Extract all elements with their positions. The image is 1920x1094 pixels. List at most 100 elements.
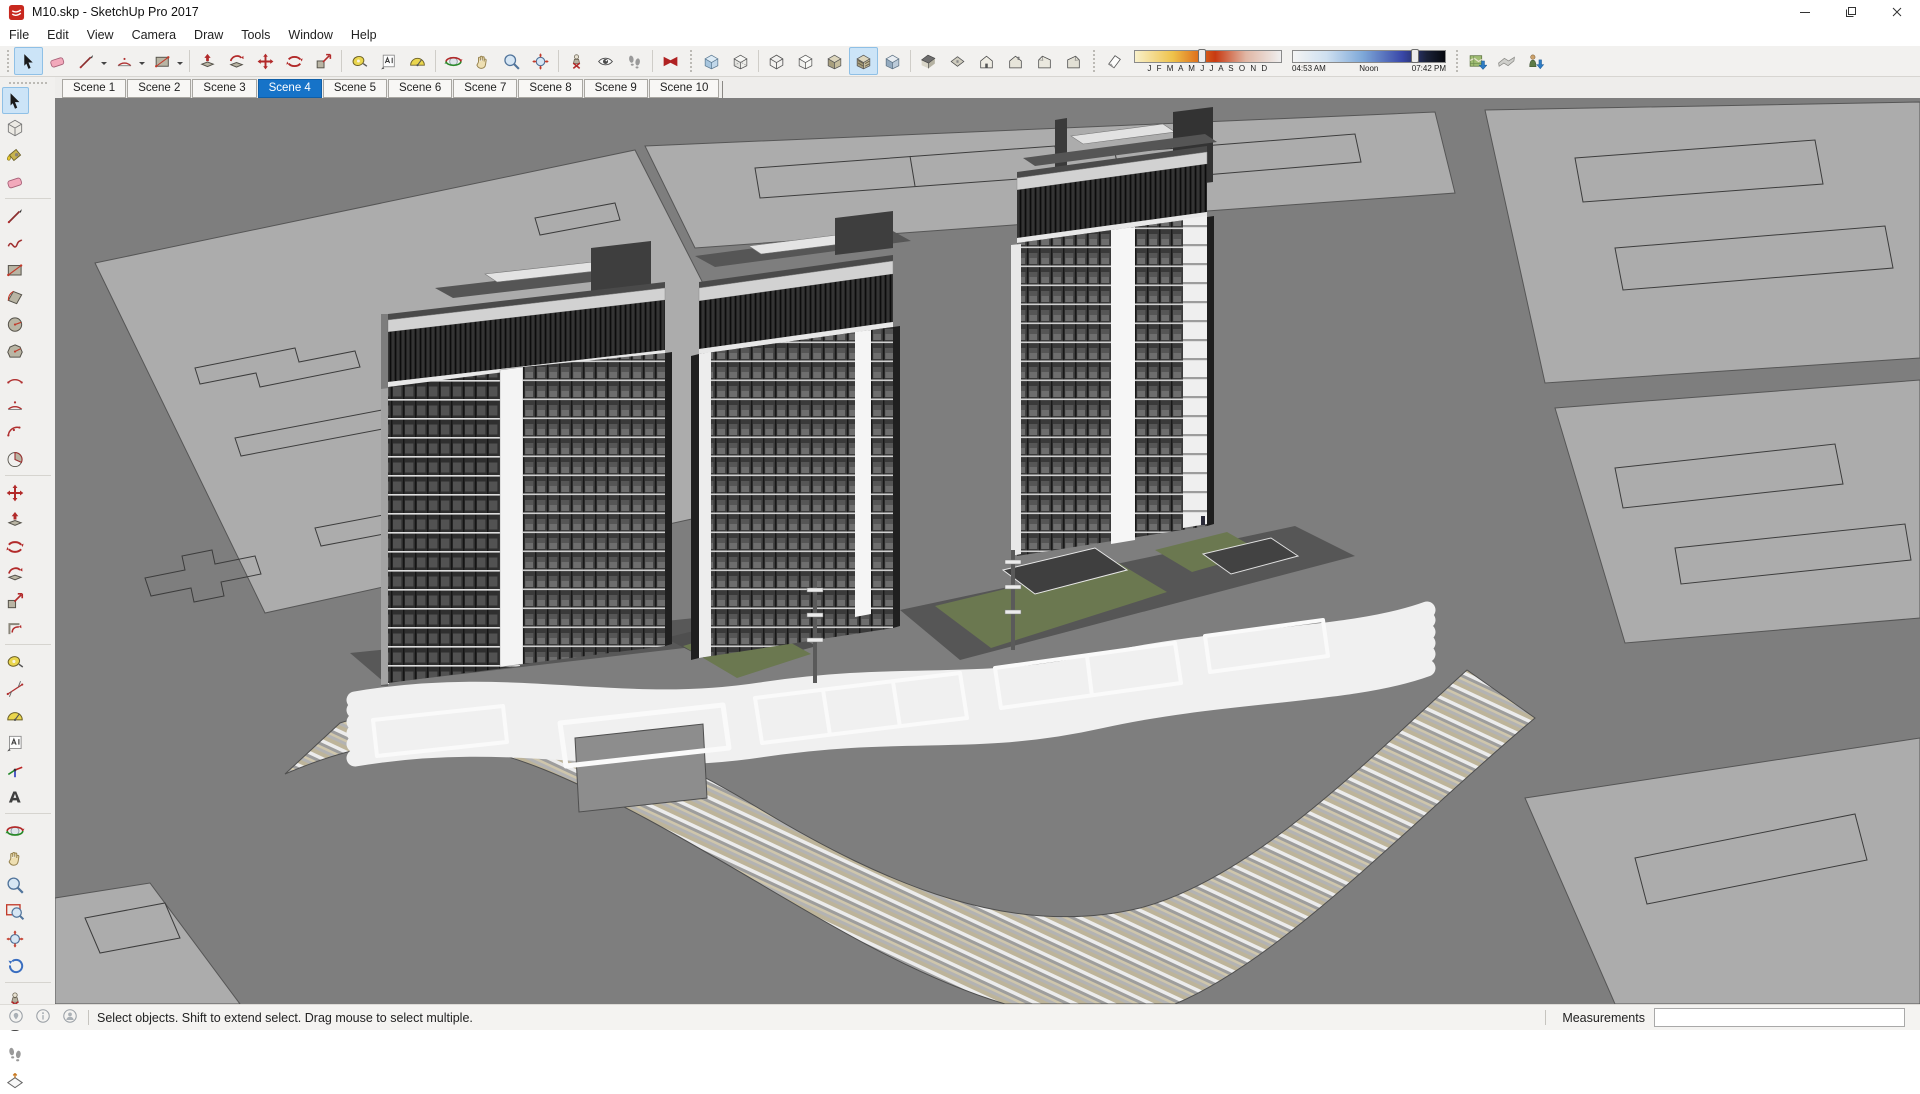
menu-tools[interactable]: Tools	[232, 26, 279, 44]
scene-tab-scene-5[interactable]: Scene 5	[323, 79, 387, 98]
move-button[interactable]	[251, 47, 280, 75]
geolocation-status-button[interactable]	[8, 1008, 24, 1027]
scene-tab-scene-8[interactable]: Scene 8	[518, 79, 582, 98]
hidden-line-button[interactable]	[791, 47, 820, 75]
follow-me-tool-button[interactable]	[2, 560, 29, 587]
tape-measure-button[interactable]	[345, 47, 374, 75]
circle-tool-button[interactable]	[2, 310, 29, 337]
select-button[interactable]	[14, 47, 43, 75]
line-button[interactable]	[72, 47, 101, 75]
zoom-button[interactable]	[497, 47, 526, 75]
rectangle-tool-button[interactable]	[2, 256, 29, 283]
scene-tab-scene-7[interactable]: Scene 7	[453, 79, 517, 98]
zoom-window-tool-button[interactable]	[2, 898, 29, 925]
three-point-arc-tool-button[interactable]	[2, 418, 29, 445]
push-pull-button[interactable]	[193, 47, 222, 75]
view-back-button[interactable]	[1001, 47, 1030, 75]
scene-tab-scene-2[interactable]: Scene 2	[127, 79, 191, 98]
follow-me-button[interactable]	[222, 47, 251, 75]
pan-tool-button[interactable]	[2, 844, 29, 871]
text-button[interactable]	[374, 47, 403, 75]
zoom-tool-button[interactable]	[2, 871, 29, 898]
menu-help[interactable]: Help	[342, 26, 386, 44]
make-component-tool-button[interactable]	[2, 114, 29, 141]
3d-warehouse-button[interactable]	[656, 47, 685, 75]
polygon-tool-button[interactable]	[2, 337, 29, 364]
section-plane-tool-button[interactable]	[2, 1067, 29, 1094]
scene-tab-scene-4[interactable]: Scene 4	[258, 79, 322, 98]
rectangle-dropdown-caret[interactable]	[177, 62, 183, 68]
axes-tool-button[interactable]	[2, 756, 29, 783]
orbit-tool-button[interactable]	[2, 817, 29, 844]
pan-button[interactable]	[468, 47, 497, 75]
line-dropdown-caret[interactable]	[101, 62, 107, 68]
shadow-date-slider[interactable]: J F M A M J J A S O N D	[1134, 50, 1282, 73]
close-button[interactable]	[1874, 0, 1920, 24]
position-camera-button[interactable]	[562, 47, 591, 75]
zoom-extents-tool-button[interactable]	[2, 925, 29, 952]
arc-tool-button[interactable]	[2, 364, 29, 391]
offset-tool-button[interactable]	[2, 614, 29, 641]
scene-tab-scene-9[interactable]: Scene 9	[584, 79, 648, 98]
zoom-extents-button[interactable]	[526, 47, 555, 75]
shadows-toggle-button[interactable]	[1100, 47, 1129, 75]
move-tool-button[interactable]	[2, 479, 29, 506]
line-tool-button[interactable]	[2, 202, 29, 229]
eraser-button[interactable]	[43, 47, 72, 75]
orbit-button[interactable]	[439, 47, 468, 75]
scene-tab-scene-6[interactable]: Scene 6	[388, 79, 452, 98]
two-point-arc-tool-button[interactable]	[2, 391, 29, 418]
menu-window[interactable]: Window	[279, 26, 341, 44]
scene-tab-scene-3[interactable]: Scene 3	[192, 79, 256, 98]
look-around-button[interactable]	[591, 47, 620, 75]
scale-button[interactable]	[309, 47, 338, 75]
scene-tab-scene-10[interactable]: Scene 10	[649, 79, 720, 98]
time-slider-track[interactable]	[1292, 50, 1446, 63]
toggle-terrain-button[interactable]	[1492, 47, 1521, 75]
menu-camera[interactable]: Camera	[123, 26, 185, 44]
menu-edit[interactable]: Edit	[38, 26, 78, 44]
back-edges-button[interactable]	[726, 47, 755, 75]
push-pull-tool-button[interactable]	[2, 506, 29, 533]
scene-tab-scene-1[interactable]: Scene 1	[62, 79, 126, 98]
wireframe-button[interactable]	[762, 47, 791, 75]
x-ray-button[interactable]	[697, 47, 726, 75]
sign-in-status-button[interactable]	[62, 1008, 78, 1027]
viewport-3d-scene[interactable]	[55, 98, 1920, 1004]
previous-view-tool-button[interactable]	[2, 952, 29, 979]
add-location-button[interactable]	[1463, 47, 1492, 75]
paint-bucket-tool-button[interactable]	[2, 141, 29, 168]
text-tool-button[interactable]	[2, 729, 29, 756]
time-slider-handle[interactable]	[1411, 49, 1419, 63]
protractor-tool-button[interactable]	[2, 702, 29, 729]
credits-status-button[interactable]	[35, 1008, 51, 1027]
view-right-button[interactable]	[1059, 47, 1088, 75]
modeling-viewport[interactable]	[55, 98, 1920, 1004]
freehand-tool-button[interactable]	[2, 229, 29, 256]
date-slider-track[interactable]	[1134, 50, 1282, 63]
view-top-button[interactable]	[943, 47, 972, 75]
eraser-tool-button[interactable]	[2, 168, 29, 195]
3d-text-tool-button[interactable]	[2, 783, 29, 810]
two-point-arc-button[interactable]	[110, 47, 139, 75]
shadow-time-slider[interactable]: 04:53 AMNoon07:42 PM	[1292, 50, 1446, 73]
restore-button[interactable]	[1828, 0, 1874, 24]
toolbar-grip[interactable]	[9, 82, 47, 84]
view-front-button[interactable]	[972, 47, 1001, 75]
monochrome-button[interactable]	[878, 47, 907, 75]
menu-file[interactable]: File	[0, 26, 38, 44]
scale-tool-button[interactable]	[2, 587, 29, 614]
walk-tool-button[interactable]	[2, 1040, 29, 1067]
pie-tool-button[interactable]	[2, 445, 29, 472]
rotated-rectangle-tool-button[interactable]	[2, 283, 29, 310]
date-slider-handle[interactable]	[1198, 49, 1206, 63]
select-tool-button[interactable]	[2, 87, 29, 114]
tape-measure-tool-button[interactable]	[2, 648, 29, 675]
photo-textures-button[interactable]	[1521, 47, 1550, 75]
minimize-button[interactable]	[1782, 0, 1828, 24]
dimension-tool-button[interactable]	[2, 675, 29, 702]
rotate-button[interactable]	[280, 47, 309, 75]
shaded-with-textures-button[interactable]	[849, 47, 878, 75]
two-point-arc-dropdown-caret[interactable]	[139, 62, 145, 68]
shaded-button[interactable]	[820, 47, 849, 75]
